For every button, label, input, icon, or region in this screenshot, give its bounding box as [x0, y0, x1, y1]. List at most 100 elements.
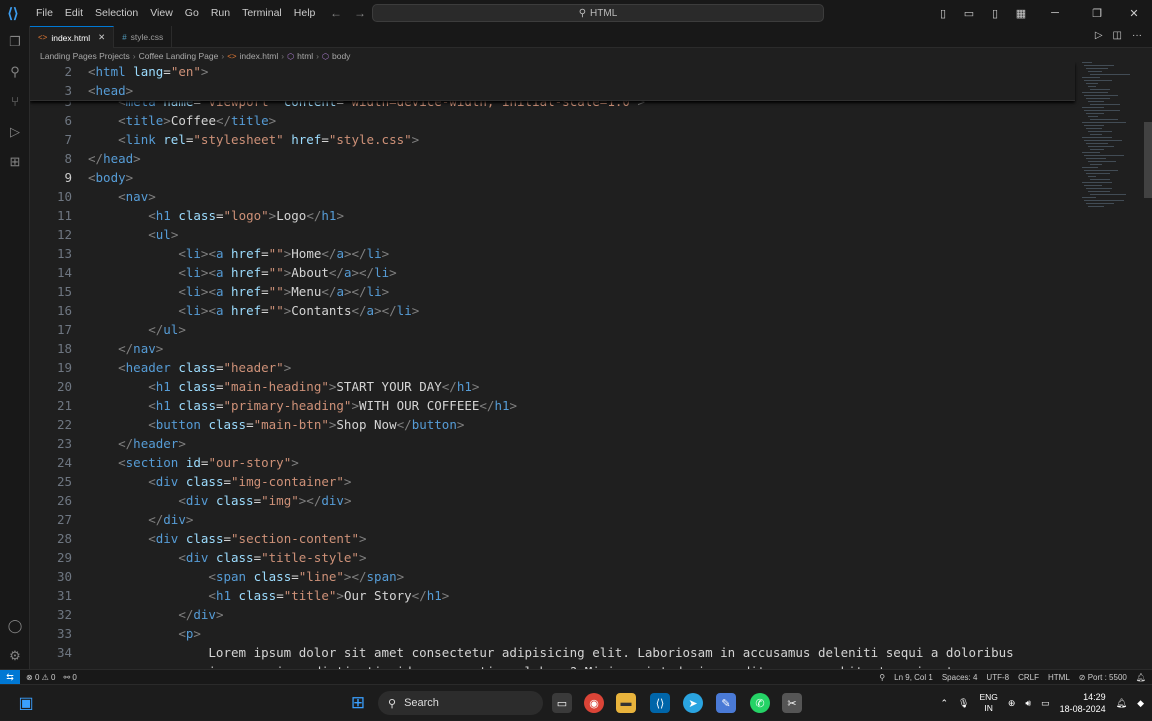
- code-line[interactable]: <section id="our-story">: [88, 453, 299, 472]
- back-arrow-icon[interactable]: ←: [330, 6, 342, 20]
- toggle-secondary-sidebar-icon[interactable]: ▯: [988, 7, 1002, 20]
- run-icon[interactable]: ▷: [1095, 30, 1103, 41]
- indentation[interactable]: Spaces: 4: [942, 673, 978, 682]
- code-line[interactable]: <div class="img-container">: [88, 472, 351, 491]
- menu-run[interactable]: Run: [205, 7, 236, 19]
- chevron-up-icon[interactable]: ⌃: [940, 698, 948, 709]
- run-debug-icon[interactable]: ▷: [7, 124, 23, 140]
- start-icon[interactable]: ⊞: [348, 693, 368, 713]
- menu-view[interactable]: View: [144, 7, 179, 19]
- microphone-icon[interactable]: 🎙︎: [958, 698, 969, 709]
- code-line[interactable]: </nav>: [88, 339, 163, 358]
- breadcrumb-item[interactable]: body: [332, 51, 350, 61]
- whatsapp-icon[interactable]: ✆: [750, 693, 770, 713]
- end-of-line[interactable]: CRLF: [1018, 673, 1039, 682]
- customize-layout-icon[interactable]: ▦: [1014, 7, 1028, 20]
- task-view-icon[interactable]: ▭: [552, 693, 572, 713]
- code-line[interactable]: <header class="header">: [88, 358, 291, 377]
- sticky-code-line[interactable]: <html lang="en">: [88, 62, 208, 81]
- copilot-icon[interactable]: ◆: [1137, 698, 1144, 709]
- breadcrumb-item[interactable]: Landing Pages Projects: [40, 51, 130, 61]
- code-line[interactable]: <link rel="stylesheet" href="style.css">: [88, 130, 419, 149]
- code-line[interactable]: </ul>: [88, 320, 186, 339]
- code-line[interactable]: <h1 class="primary-heading">WITH OUR COF…: [88, 396, 517, 415]
- chrome-icon[interactable]: ◉: [584, 693, 604, 713]
- telegram-icon[interactable]: ➤: [683, 693, 703, 713]
- code-line[interactable]: </div>: [88, 510, 193, 529]
- code-line[interactable]: <div class="title-style">: [88, 548, 366, 567]
- menu-help[interactable]: Help: [288, 7, 322, 19]
- code-line[interactable]: </div>: [88, 605, 223, 624]
- forward-arrow-icon[interactable]: →: [354, 6, 366, 20]
- code-line[interactable]: ipsam maxime, distinctio id earum ration…: [88, 662, 1006, 669]
- more-actions-icon[interactable]: ···: [1132, 30, 1142, 41]
- extensions-icon[interactable]: ⊞: [7, 154, 23, 170]
- code-line[interactable]: <p>: [88, 624, 201, 643]
- snipping-tool-icon[interactable]: ✂: [782, 693, 802, 713]
- code-line[interactable]: Lorem ipsum dolor sit amet consectetur a…: [88, 643, 1013, 662]
- widgets-icon[interactable]: ▣: [16, 693, 36, 713]
- network-icon[interactable]: ⊕: [1008, 698, 1016, 709]
- notepad-icon[interactable]: ✎: [716, 693, 736, 713]
- code-area[interactable]: <meta name="viewport" content="width=dev…: [88, 62, 1088, 669]
- source-control-icon[interactable]: ⑂: [7, 94, 23, 110]
- code-line[interactable]: <nav>: [88, 187, 156, 206]
- battery-icon[interactable]: ▭: [1041, 698, 1050, 709]
- restore-button[interactable]: ❐: [1082, 7, 1112, 20]
- code-line[interactable]: <title>Coffee</title>: [88, 111, 276, 130]
- code-line[interactable]: <button class="main-btn">Shop Now</butto…: [88, 415, 464, 434]
- explorer-icon[interactable]: ❐: [7, 34, 23, 50]
- code-line[interactable]: <span class="line"></span>: [88, 567, 404, 586]
- code-line[interactable]: <h1 class="main-heading">START YOUR DAY<…: [88, 377, 479, 396]
- breadcrumb-item[interactable]: Coffee Landing Page: [139, 51, 219, 61]
- code-line[interactable]: </header>: [88, 434, 186, 453]
- close-button[interactable]: ✕: [1124, 7, 1144, 20]
- menu-selection[interactable]: Selection: [89, 7, 144, 19]
- code-line[interactable]: <li><a href="">Contants</a></li>: [88, 301, 419, 320]
- code-line[interactable]: <div class="img"></div>: [88, 491, 351, 510]
- notification-bell-icon[interactable]: 🔔︎: [1116, 698, 1127, 709]
- code-line[interactable]: <body>: [88, 168, 133, 187]
- code-line[interactable]: <div class="section-content">: [88, 529, 366, 548]
- clock[interactable]: 14:29 18-08-2024: [1060, 691, 1106, 715]
- sticky-scroll-header[interactable]: 2 <html lang="en"> 3 <head>: [30, 62, 1075, 101]
- breadcrumb-item[interactable]: html: [297, 51, 313, 61]
- code-line[interactable]: <h1 class="title">Our Story</h1>: [88, 586, 449, 605]
- minimap[interactable]: [1078, 62, 1148, 222]
- split-editor-icon[interactable]: ◫: [1113, 30, 1122, 41]
- file-explorer-icon[interactable]: ▬: [616, 693, 636, 713]
- toggle-panel-icon[interactable]: ▭: [962, 7, 976, 20]
- encoding[interactable]: UTF-8: [986, 673, 1009, 682]
- command-center-search[interactable]: ⚲ HTML: [372, 4, 824, 22]
- code-line[interactable]: <h1 class="logo">Logo</h1>: [88, 206, 344, 225]
- cursor-position[interactable]: Ln 9, Col 1: [894, 673, 933, 682]
- code-line[interactable]: <ul>: [88, 225, 178, 244]
- code-line[interactable]: <li><a href="">Menu</a></li>: [88, 282, 389, 301]
- notifications-icon[interactable]: 🔔︎: [1136, 673, 1146, 682]
- code-line[interactable]: <li><a href="">About</a></li>: [88, 263, 396, 282]
- code-editor[interactable]: 5 6 7 8 9 10 11 12 13 14 15 16 17 18 19 20 21 22 23 24 25 26 2…: [30, 62, 1152, 669]
- remote-indicator-icon[interactable]: ⇆: [0, 669, 20, 685]
- close-tab-icon[interactable]: ✕: [98, 32, 105, 43]
- problems-indicator[interactable]: ⊗ 0 ⚠ 0: [26, 673, 55, 682]
- tab-style-css[interactable]: # style.css: [114, 26, 173, 48]
- account-icon[interactable]: ◯: [7, 618, 23, 634]
- vertical-scrollbar[interactable]: [1144, 122, 1152, 198]
- menu-terminal[interactable]: Terminal: [236, 7, 288, 19]
- sticky-code-line[interactable]: <head>: [88, 81, 133, 100]
- breadcrumb-item[interactable]: index.html: [240, 51, 279, 61]
- search-icon[interactable]: ⚲: [7, 64, 23, 80]
- volume-icon[interactable]: 🔊︎: [1025, 698, 1031, 709]
- gear-icon[interactable]: ⚙: [7, 648, 23, 664]
- menu-file[interactable]: File: [30, 7, 59, 19]
- vscode-taskbar-icon[interactable]: ⟨⟩: [650, 693, 670, 713]
- taskbar-search[interactable]: ⚲ Search: [378, 691, 543, 715]
- ports-indicator[interactable]: ⚯ 0: [63, 673, 76, 682]
- code-line[interactable]: </head>: [88, 149, 141, 168]
- menu-edit[interactable]: Edit: [59, 7, 89, 19]
- language-indicator[interactable]: ENG IN: [979, 692, 997, 714]
- language-mode[interactable]: HTML: [1048, 673, 1070, 682]
- menu-go[interactable]: Go: [179, 7, 205, 19]
- code-line[interactable]: <li><a href="">Home</a></li>: [88, 244, 389, 263]
- live-server-port[interactable]: ⊘ Port : 5500: [1079, 673, 1127, 682]
